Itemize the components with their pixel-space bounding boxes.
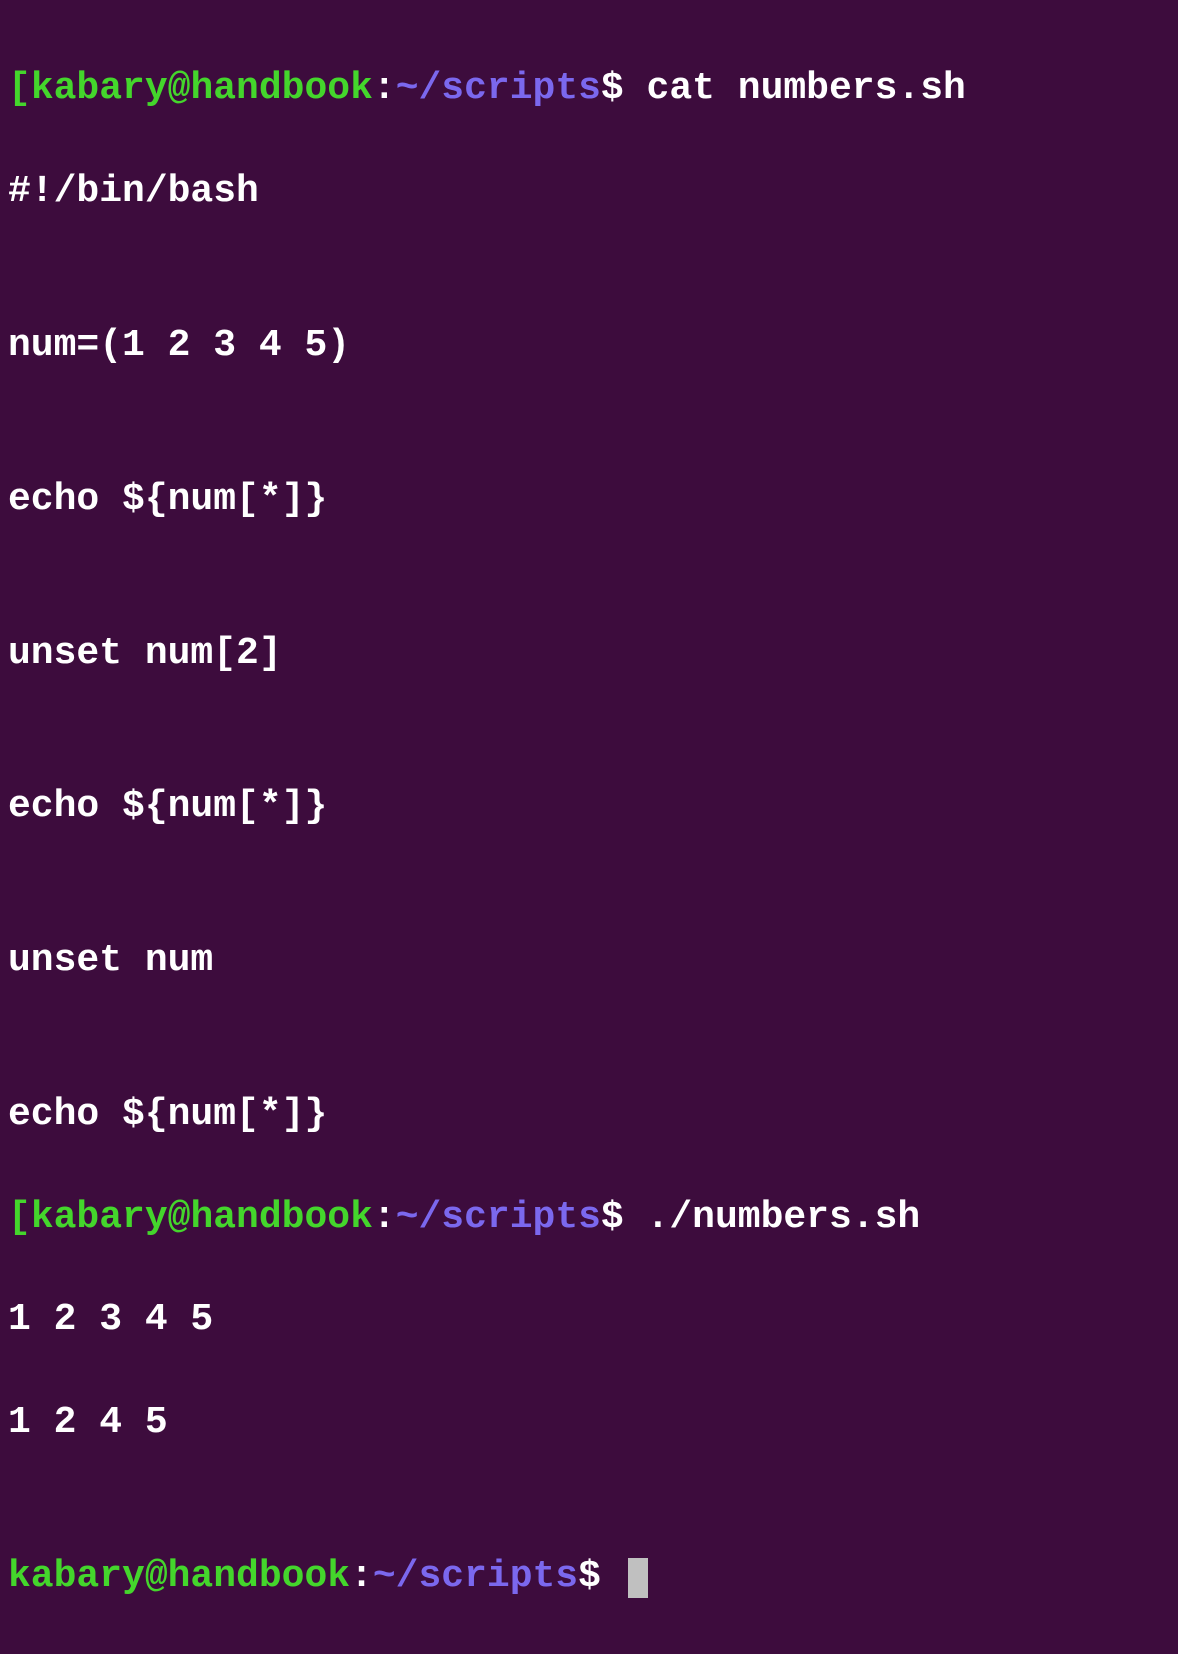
path: ~/scripts (373, 1555, 578, 1598)
colon: : (373, 67, 396, 110)
user-host: kabary@handbook (31, 67, 373, 110)
prompt-line-3: kabary@handbook:~/scripts$ (8, 1551, 1170, 1602)
script-line-11: unset num (8, 935, 1170, 986)
dollar: $ (578, 1555, 601, 1598)
colon: : (373, 1196, 396, 1239)
output-line-1: 1 2 3 4 5 (8, 1294, 1170, 1345)
command-2: ./numbers.sh (647, 1196, 921, 1239)
cursor[interactable] (628, 1558, 648, 1598)
path: ~/scripts (396, 67, 601, 110)
script-line-7: unset num[2] (8, 628, 1170, 679)
script-line-9: echo ${num[*]} (8, 781, 1170, 832)
path: ~/scripts (396, 1196, 601, 1239)
prompt-line-1: [kabary@handbook:~/scripts$ cat numbers.… (8, 63, 1170, 114)
bracket-open: [ (8, 1196, 31, 1239)
terminal[interactable]: [kabary@handbook:~/scripts$ cat numbers.… (8, 12, 1170, 1654)
command-1: cat numbers.sh (647, 67, 966, 110)
prompt-line-2: [kabary@handbook:~/scripts$ ./numbers.sh (8, 1192, 1170, 1243)
script-line-5: echo ${num[*]} (8, 474, 1170, 525)
script-line-1: #!/bin/bash (8, 166, 1170, 217)
output-line-2: 1 2 4 5 (8, 1397, 1170, 1448)
dollar: $ (601, 67, 624, 110)
dollar: $ (601, 1196, 624, 1239)
script-line-3: num=(1 2 3 4 5) (8, 320, 1170, 371)
script-line-13: echo ${num[*]} (8, 1089, 1170, 1140)
user-host: kabary@handbook (31, 1196, 373, 1239)
colon: : (350, 1555, 373, 1598)
bracket-open: [ (8, 67, 31, 110)
user-host: kabary@handbook (8, 1555, 350, 1598)
